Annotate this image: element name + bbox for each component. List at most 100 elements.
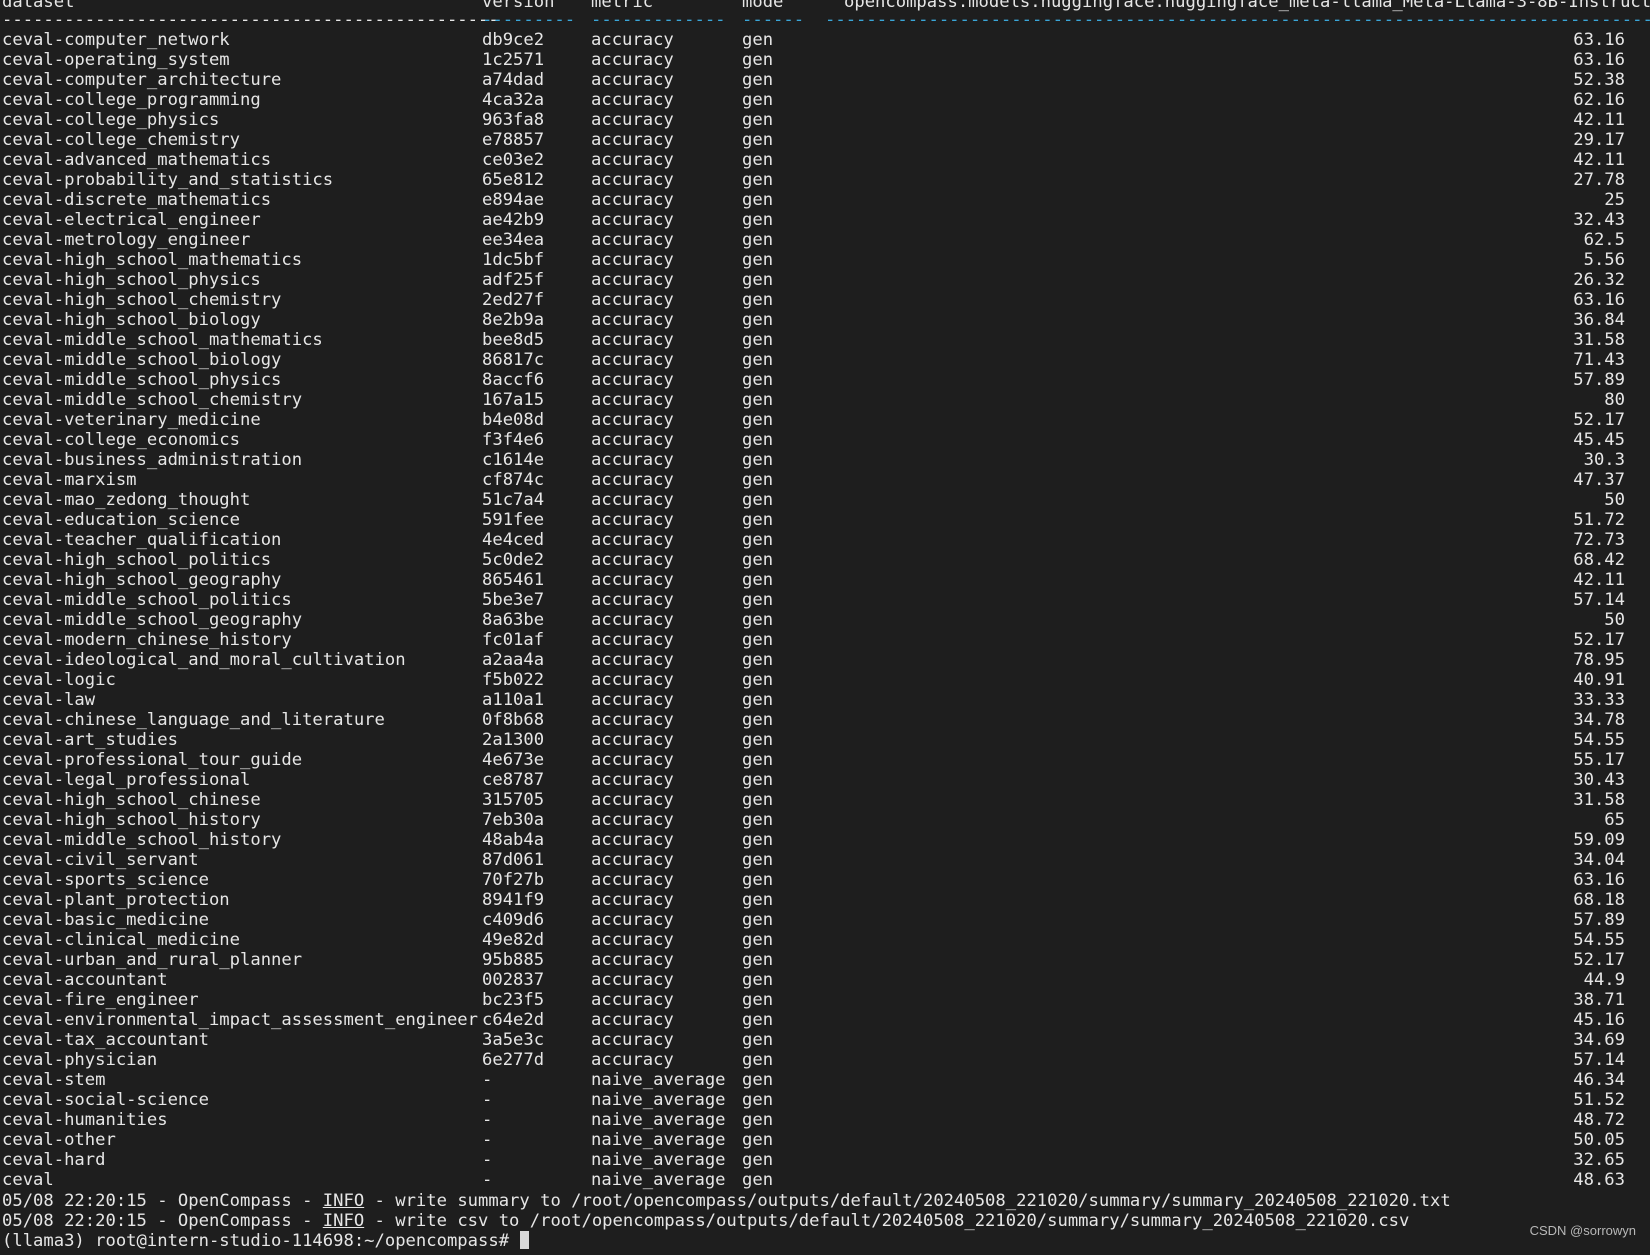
cell-version: cf874c: [482, 470, 545, 490]
cell-score: 72.73: [1573, 530, 1625, 550]
cell-dataset: ceval-computer_architecture: [2, 70, 282, 90]
cell-version: -: [482, 1150, 493, 1170]
cell-version: 963fa8: [482, 110, 545, 130]
cell-metric: accuracy: [591, 1050, 674, 1070]
cell-metric: accuracy: [591, 730, 674, 750]
cell-version: -: [482, 1130, 493, 1150]
cell-score: 42.11: [1573, 570, 1625, 590]
cell-dataset: ceval-law: [2, 690, 96, 710]
cell-mode: gen: [742, 830, 774, 850]
cell-dataset: ceval-basic_medicine: [2, 910, 209, 930]
cell-metric: accuracy: [591, 590, 674, 610]
cell-metric: accuracy: [591, 750, 674, 770]
cell-score: 30.43: [1573, 770, 1625, 790]
cell-version: 4e673e: [482, 750, 545, 770]
cell-metric: accuracy: [591, 950, 674, 970]
log-prefix: 05/08 22:20:15 - OpenCompass -: [2, 1211, 323, 1231]
cell-score: 78.95: [1573, 650, 1625, 670]
cell-mode: gen: [742, 490, 774, 510]
cell-dataset: ceval-high_school_politics: [2, 550, 272, 570]
cell-version: 865461: [482, 570, 545, 590]
cell-metric: accuracy: [591, 70, 674, 90]
cell-metric: accuracy: [591, 650, 674, 670]
cell-metric: accuracy: [591, 410, 674, 430]
cell-mode: gen: [742, 1090, 774, 1110]
cell-metric: accuracy: [591, 1030, 674, 1050]
cell-dataset: ceval-social-science: [2, 1090, 209, 1110]
cell-mode: gen: [742, 330, 774, 350]
cell-version: -: [482, 1090, 493, 1110]
cell-metric: accuracy: [591, 770, 674, 790]
cell-mode: gen: [742, 1170, 774, 1190]
cell-score: 65: [1604, 810, 1625, 830]
cell-mode: gen: [742, 30, 774, 50]
cell-mode: gen: [742, 1030, 774, 1050]
cell-score: 31.58: [1573, 330, 1625, 350]
cell-version: 48ab4a: [482, 830, 545, 850]
cell-version: 95b885: [482, 950, 545, 970]
cell-metric: accuracy: [591, 490, 674, 510]
shell-prompt-line[interactable]: (llama3) root@intern-studio-114698:~/ope…: [2, 1231, 530, 1251]
separator-model: ----------------------------------------…: [825, 10, 1650, 30]
cell-metric: accuracy: [591, 910, 674, 930]
cell-metric: accuracy: [591, 630, 674, 650]
cell-metric: accuracy: [591, 970, 674, 990]
cell-dataset: ceval-art_studies: [2, 730, 178, 750]
cell-score: 63.16: [1573, 290, 1625, 310]
cell-score: 34.78: [1573, 710, 1625, 730]
cell-mode: gen: [742, 770, 774, 790]
cell-score: 5.56: [1583, 250, 1625, 270]
cell-dataset: ceval-tax_accountant: [2, 1030, 209, 1050]
cell-metric: accuracy: [591, 150, 674, 170]
cell-score: 34.69: [1573, 1030, 1625, 1050]
cell-dataset: ceval-college_chemistry: [2, 130, 240, 150]
cell-metric: accuracy: [591, 1010, 674, 1030]
shell-prompt: (llama3) root@intern-studio-114698:~/ope…: [2, 1231, 520, 1251]
terminal-window[interactable]: dataset version metric mode opencompass.…: [0, 0, 1650, 1255]
cell-mode: gen: [742, 950, 774, 970]
cell-metric: accuracy: [591, 570, 674, 590]
cell-score: 63.16: [1573, 30, 1625, 50]
cell-version: 6e277d: [482, 1050, 545, 1070]
cell-version: fc01af: [482, 630, 545, 650]
cell-dataset: ceval-high_school_geography: [2, 570, 282, 590]
cell-mode: gen: [742, 590, 774, 610]
cell-metric: accuracy: [591, 350, 674, 370]
cursor: [520, 1231, 530, 1249]
cell-dataset: ceval-physician: [2, 1050, 158, 1070]
cell-dataset: ceval-middle_school_biology: [2, 350, 282, 370]
cell-score: 29.17: [1573, 130, 1625, 150]
cell-score: 50.05: [1573, 1130, 1625, 1150]
cell-metric: accuracy: [591, 290, 674, 310]
cell-dataset: ceval-middle_school_geography: [2, 610, 303, 630]
cell-dataset: ceval-ideological_and_moral_cultivation: [2, 650, 406, 670]
cell-score: 32.43: [1573, 210, 1625, 230]
cell-dataset: ceval-veterinary_medicine: [2, 410, 261, 430]
cell-dataset: ceval-probability_and_statistics: [2, 170, 334, 190]
cell-mode: gen: [742, 70, 774, 90]
cell-dataset: ceval-business_administration: [2, 450, 303, 470]
cell-metric: accuracy: [591, 790, 674, 810]
log-level: INFO: [322, 1191, 365, 1211]
cell-version: bc23f5: [482, 990, 545, 1010]
cell-mode: gen: [742, 930, 774, 950]
cell-mode: gen: [742, 610, 774, 630]
cell-mode: gen: [742, 290, 774, 310]
cell-score: 26.32: [1573, 270, 1625, 290]
cell-version: c64e2d: [482, 1010, 545, 1030]
cell-metric: accuracy: [591, 930, 674, 950]
cell-metric: accuracy: [591, 250, 674, 270]
cell-version: 4ca32a: [482, 90, 545, 110]
cell-score: 54.55: [1573, 930, 1625, 950]
separator-mode: ------: [742, 10, 805, 30]
cell-dataset: ceval-legal_professional: [2, 770, 251, 790]
cell-metric: naive_average: [591, 1170, 726, 1190]
cell-version: 002837: [482, 970, 545, 990]
cell-mode: gen: [742, 510, 774, 530]
cell-version: a2aa4a: [482, 650, 545, 670]
cell-metric: accuracy: [591, 470, 674, 490]
cell-metric: accuracy: [591, 550, 674, 570]
cell-version: 2a1300: [482, 730, 545, 750]
cell-score: 44.9: [1583, 970, 1625, 990]
cell-mode: gen: [742, 630, 774, 650]
